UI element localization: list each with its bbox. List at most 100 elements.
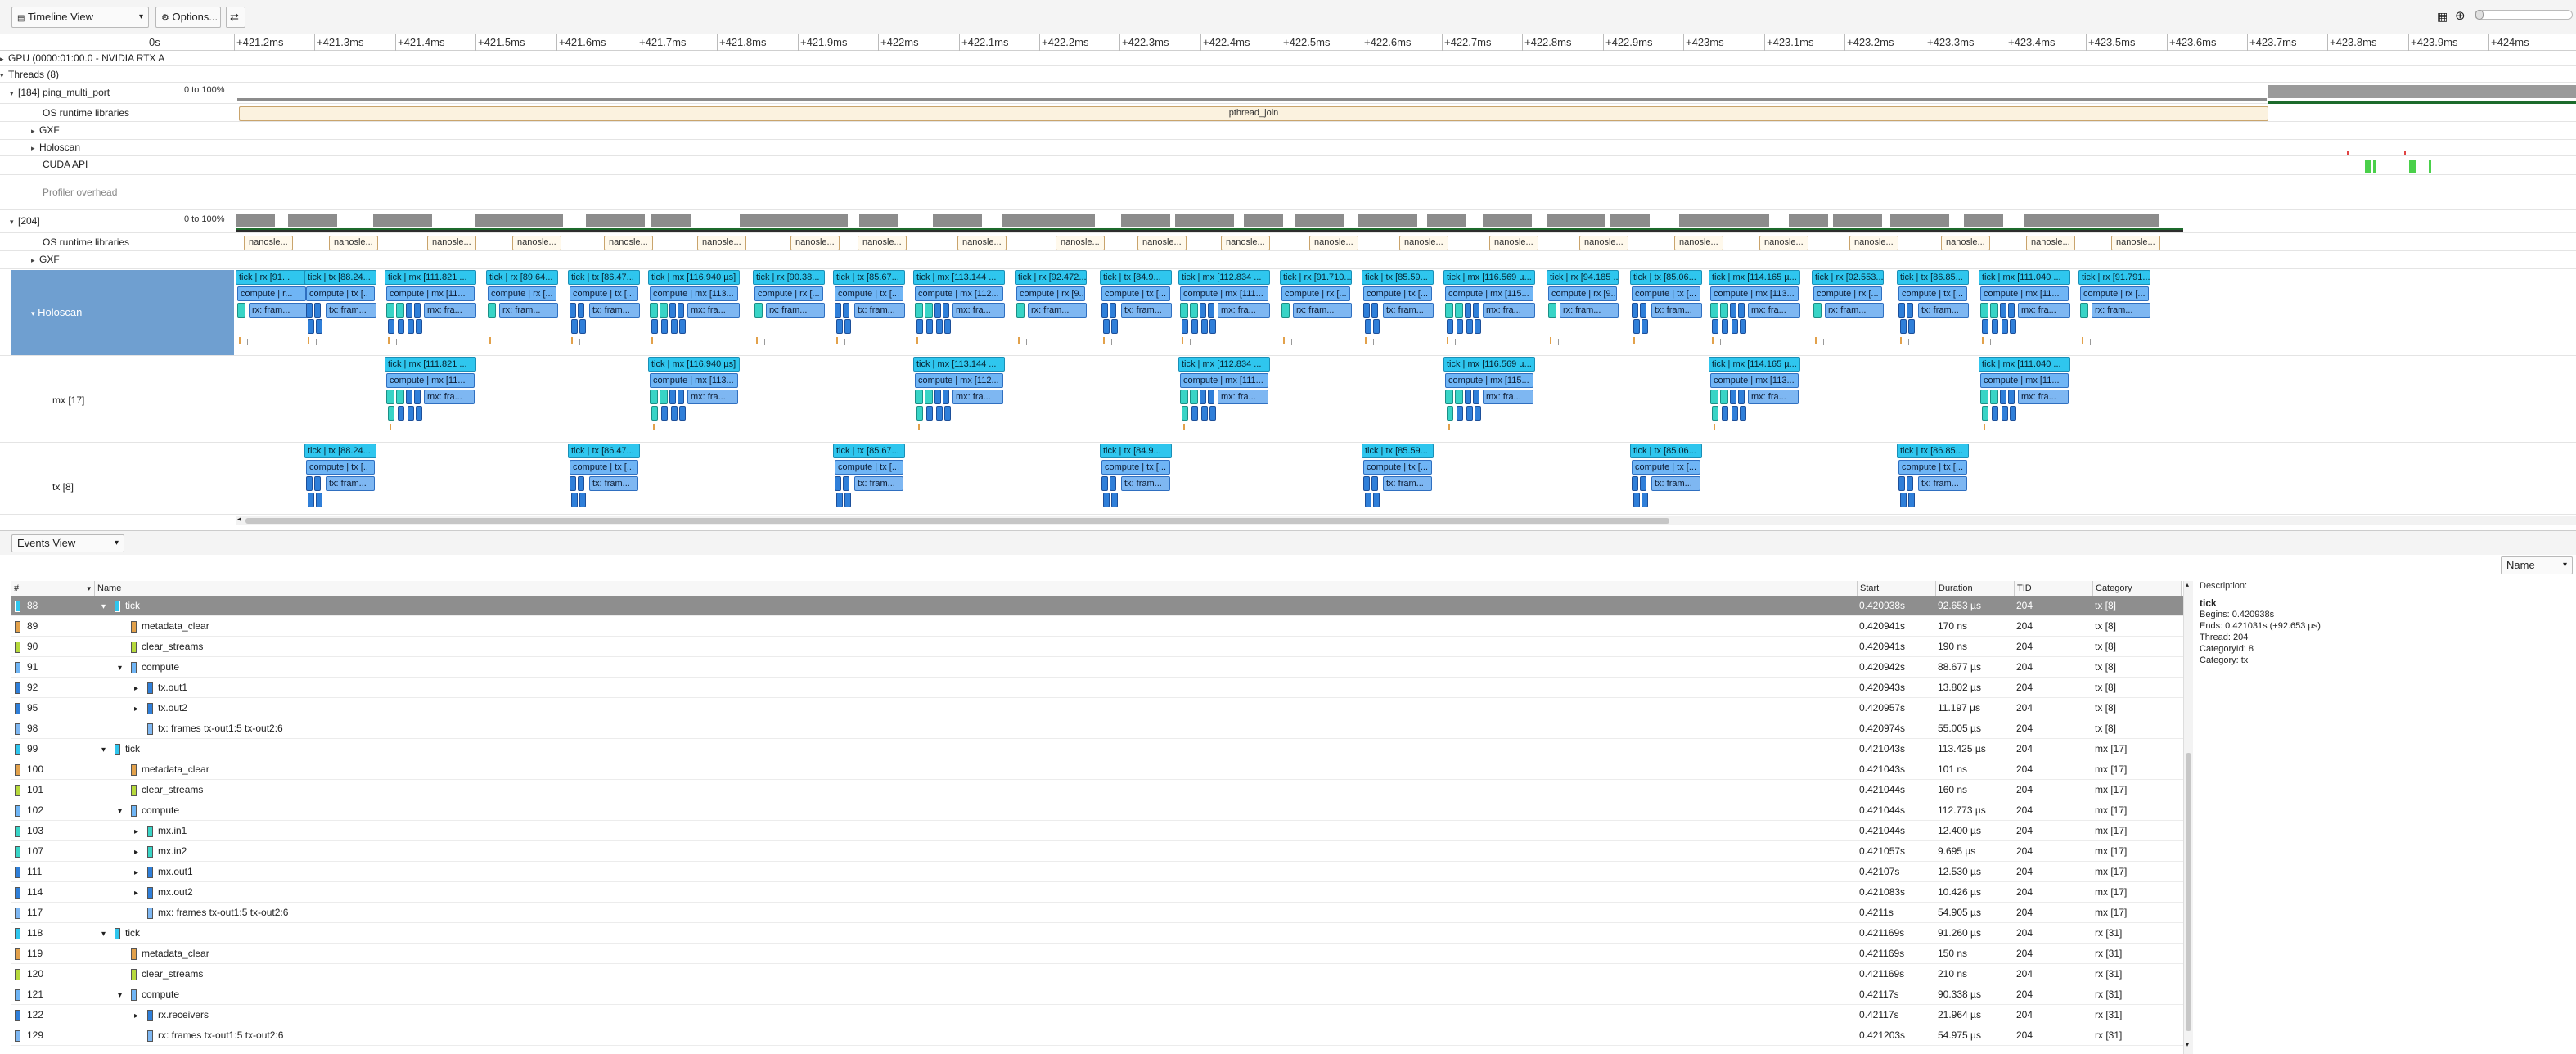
tx-out-event[interactable] <box>1371 303 1378 318</box>
cpu-usage-block[interactable] <box>2119 214 2159 227</box>
compute-event[interactable]: compute | mx [11... <box>1980 286 2069 301</box>
cpu-usage-block[interactable] <box>1244 214 1283 227</box>
nanosleep-bar[interactable]: nanosle... <box>1309 236 1358 250</box>
gxf-marker[interactable] <box>1291 339 1292 345</box>
gxf-marker[interactable] <box>388 337 390 344</box>
compute-event[interactable]: compute | tx [... <box>835 286 903 301</box>
mx-frame-event[interactable]: mx: fra... <box>1218 390 1268 404</box>
tick-event[interactable]: tick | tx [86.85... <box>1897 270 1969 285</box>
tx-compute-event[interactable]: compute | tx [... <box>1632 460 1700 475</box>
tx-out-event[interactable] <box>1101 476 1108 491</box>
sub-event[interactable] <box>1209 406 1216 421</box>
tx-out-event[interactable] <box>570 476 576 491</box>
scroll-up-icon[interactable]: ▴ <box>2186 581 2189 588</box>
mx-in-event[interactable] <box>1445 390 1453 404</box>
mx-in-event[interactable] <box>1190 390 1198 404</box>
table-row[interactable]: 129 rx: frames tx-out1:5 tx-out2:6 0.42120… <box>11 1025 2193 1046</box>
cpu-usage-block[interactable] <box>1002 214 1061 227</box>
tx-out-event[interactable] <box>1898 476 1905 491</box>
mx-frame-event[interactable]: mx: fra... <box>424 390 475 404</box>
table-row[interactable]: 122 ▸ rx.receivers 0.42117s 21.964 µs 204 rx [… <box>11 1005 2193 1025</box>
cpu-usage-block[interactable] <box>1890 214 1949 227</box>
mx-tick-event[interactable]: tick | mx [113.144 ... <box>913 357 1005 372</box>
sub-event[interactable] <box>1191 406 1198 421</box>
gxf-marker[interactable] <box>1455 339 1456 345</box>
sub-event[interactable] <box>671 319 678 334</box>
mx-out-event[interactable] <box>1208 303 1214 318</box>
sub-event[interactable] <box>2010 319 2016 334</box>
sub-event[interactable] <box>1475 319 1481 334</box>
cpu-usage-block[interactable] <box>514 214 563 227</box>
tx-out-event[interactable] <box>1632 476 1638 491</box>
sub-event[interactable] <box>1900 493 1907 507</box>
tx-out-event[interactable] <box>1907 303 1913 318</box>
gxf-marker[interactable] <box>1190 339 1191 345</box>
cuda-api-call[interactable] <box>2409 160 2416 173</box>
gxf-marker[interactable] <box>916 337 918 344</box>
mx-out-event[interactable] <box>406 390 412 404</box>
tick-event[interactable]: tick | mx [112.834 ... <box>1178 270 1270 285</box>
tx-compute-event[interactable]: compute | tx [... <box>1363 460 1432 475</box>
mx-in-event[interactable] <box>1720 303 1728 318</box>
gxf-marker[interactable] <box>918 424 920 430</box>
sub-event[interactable] <box>1712 319 1718 334</box>
tick-event[interactable]: tick | tx [86.47... <box>568 270 640 285</box>
mx-out-event[interactable] <box>1473 390 1479 404</box>
expand-toggle-icon[interactable]: ▸ <box>134 884 146 903</box>
sub-event[interactable] <box>1900 319 1907 334</box>
sub-event[interactable] <box>308 319 314 334</box>
tx-tick-event[interactable]: tick | tx [88.24... <box>304 444 376 458</box>
tx-out-event[interactable] <box>578 303 584 318</box>
tx-out-event[interactable] <box>1898 303 1905 318</box>
expand-toggle-icon[interactable]: ▾ <box>118 802 129 822</box>
mx-out-event[interactable] <box>1473 303 1479 318</box>
compute-event[interactable]: compute | r... <box>237 286 306 301</box>
table-row[interactable]: 100 metadata_clear 0.421043s 101 ns 204 mx [1… <box>11 759 2193 780</box>
sub-event[interactable] <box>1201 319 1208 334</box>
mx-out-event[interactable] <box>678 303 684 318</box>
mx-out-event[interactable] <box>2008 303 2015 318</box>
compute-event[interactable]: compute | mx [113... <box>1710 286 1799 301</box>
mx-in-event[interactable] <box>1980 303 1988 318</box>
sub-event[interactable] <box>926 406 933 421</box>
mx-in-event[interactable] <box>660 303 668 318</box>
gxf-marker[interactable] <box>489 337 491 344</box>
cuda-api-call[interactable] <box>2373 160 2376 173</box>
nanosleep-bar[interactable]: nanosle... <box>427 236 476 250</box>
mx-out-event[interactable] <box>1465 303 1471 318</box>
expand-toggle-icon[interactable]: ▾ <box>101 925 113 944</box>
compute-event[interactable]: compute | mx [111... <box>1180 286 1268 301</box>
cpu-usage-block[interactable] <box>1295 214 1344 227</box>
mx-out-event[interactable] <box>414 390 421 404</box>
cpu-usage-burst[interactable] <box>2268 85 2576 98</box>
tx-tick-event[interactable]: tick | tx [86.85... <box>1897 444 1969 458</box>
tx-compute-event[interactable]: compute | tx [... <box>1898 460 1967 475</box>
cpu-usage-block[interactable] <box>1175 214 1234 227</box>
sub-event[interactable] <box>579 319 586 334</box>
mx-tick-event[interactable]: tick | mx [116.569 µ... <box>1443 357 1535 372</box>
tx-out-event[interactable] <box>835 476 841 491</box>
mx-in-event[interactable] <box>396 303 404 318</box>
gxf-marker[interactable] <box>1283 337 1285 344</box>
mx-tick-event[interactable]: tick | mx [111.040 ... <box>1979 357 2070 372</box>
nanosleep-bar[interactable]: nanosle... <box>1849 236 1898 250</box>
mx-out-event[interactable] <box>1730 390 1736 404</box>
tick-event[interactable]: tick | tx [84.9... <box>1100 270 1172 285</box>
table-row[interactable]: 103 ▸ mx.in1 0.421044s 12.400 µs 204 mx [17] <box>11 821 2193 841</box>
nanosleep-bar[interactable]: nanosle... <box>1579 236 1628 250</box>
sub-event[interactable] <box>1373 319 1380 334</box>
tx-tick-event[interactable]: tick | tx [85.67... <box>833 444 905 458</box>
tick-event[interactable]: tick | tx [85.67... <box>833 270 905 285</box>
cpu-usage-block[interactable] <box>651 214 691 227</box>
mx-in-event[interactable] <box>660 390 668 404</box>
tick-event[interactable]: tick | rx [91... <box>236 270 308 285</box>
sub-event[interactable] <box>1475 406 1481 421</box>
nanosleep-bar[interactable]: nanosle... <box>790 236 840 250</box>
gxf-marker[interactable] <box>1373 339 1374 345</box>
rx-receivers-event[interactable] <box>1813 303 1822 318</box>
mx-out-event[interactable] <box>943 390 949 404</box>
frame-event[interactable]: rx: fram... <box>499 303 558 318</box>
frame-event[interactable]: tx: fram... <box>1918 303 1969 318</box>
frame-event[interactable]: rx: fram... <box>249 303 308 318</box>
sub-event[interactable] <box>388 319 394 334</box>
